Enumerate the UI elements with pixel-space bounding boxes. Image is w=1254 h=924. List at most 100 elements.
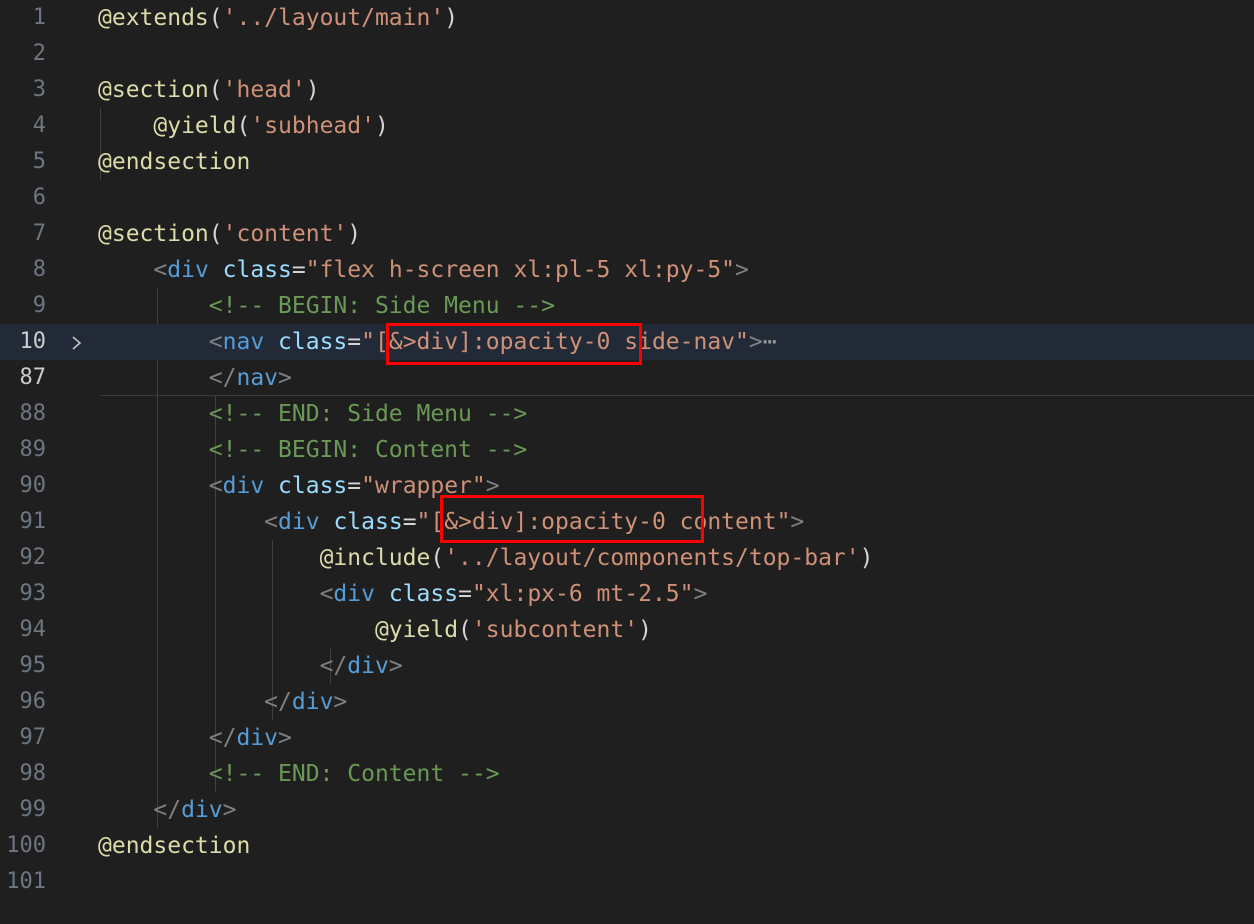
code-token-punc: > (748, 329, 763, 355)
line-number: 9 (32, 293, 46, 318)
code-token-plain: ( (236, 113, 251, 139)
code-token-plain: ( (208, 5, 223, 31)
line-number: 96 (19, 689, 47, 714)
code-token-punc: < (319, 581, 334, 607)
code-token-cmt: <!-- END: Side Menu --> (208, 401, 528, 427)
code-token-tag: div (181, 797, 223, 823)
code-token-dir: @section (98, 221, 209, 247)
line-number: 3 (32, 77, 46, 102)
code-token-plain: ) (444, 5, 459, 31)
code-token-dir: @endsection (98, 149, 251, 175)
code-line[interactable]: 93 <div class="xl:px-6 mt-2.5"> (0, 576, 1254, 612)
code-token-plain: ) (374, 113, 389, 139)
code-line[interactable]: 88 <!-- END: Side Menu --> (0, 396, 1254, 432)
code-text: @yield('subcontent') (98, 612, 652, 648)
line-number: 4 (32, 113, 46, 138)
code-line[interactable]: 5 @endsection (0, 144, 1254, 180)
code-token-tag: div (167, 257, 209, 283)
code-line[interactable]: 99 </div> (0, 792, 1254, 828)
code-token-attr: class (388, 581, 459, 607)
line-number: 10 (19, 329, 47, 354)
line-number: 7 (32, 221, 46, 246)
code-token-punc: < (208, 329, 223, 355)
code-token-plain: = (347, 473, 362, 499)
code-token-punc: </ (153, 797, 182, 823)
line-number: 6 (32, 185, 46, 210)
line-number: 98 (19, 761, 47, 786)
code-token-punc: > (278, 365, 292, 391)
code-token-dir: @section (98, 77, 209, 103)
code-text: @extends('../layout/main') (98, 0, 458, 36)
code-line[interactable]: 8 <div class="flex h-screen xl:pl-5 xl:p… (0, 252, 1254, 288)
code-token-punc: > (278, 725, 292, 751)
code-line[interactable]: 96 </div> (0, 684, 1254, 720)
code-token-str: 'content' (222, 221, 348, 247)
code-line[interactable]: 7 @section('content') (0, 216, 1254, 252)
highlight-box (440, 495, 704, 543)
code-token-attr: class (278, 473, 348, 499)
code-token-plain: ( (430, 545, 445, 571)
code-editor[interactable]: 1 @extends('../layout/main') 2 3 @section('h… (0, 0, 1254, 924)
code-token-str: "flex h-screen xl:pl-5 xl:py-5" (305, 257, 736, 283)
code-token-str: '../layout/main' (222, 5, 445, 31)
code-line[interactable]: 95 </div> (0, 648, 1254, 684)
code-token-punc: > (333, 689, 348, 715)
code-token-plain: ) (859, 545, 874, 571)
code-line[interactable]: 9 <!-- BEGIN: Side Menu --> (0, 288, 1254, 324)
line-number: 95 (19, 653, 47, 678)
code-token-punc: > (735, 257, 749, 283)
code-line[interactable]: 100 @endsection (0, 828, 1254, 864)
code-token-plain: = (402, 509, 417, 535)
code-token-plain: ) (638, 617, 652, 643)
code-text: </div> (98, 648, 403, 684)
code-line[interactable]: 6 (0, 180, 1254, 216)
code-line[interactable]: 1 @extends('../layout/main') (0, 0, 1254, 36)
code-token-tag: div (278, 509, 320, 535)
code-token-str: 'subcontent' (471, 617, 639, 643)
line-number: 92 (19, 545, 47, 570)
code-token-punc: </ (208, 365, 237, 391)
code-token-punc: > (388, 653, 403, 679)
code-line[interactable]: 98 <!-- END: Content --> (0, 756, 1254, 792)
code-token-tag: div (347, 653, 389, 679)
code-token-dir: @yield (153, 113, 237, 139)
line-number: 94 (19, 617, 47, 642)
code-token-str: 'head' (222, 77, 306, 103)
code-line[interactable]: 3 @section('head') (0, 72, 1254, 108)
code-token-dir: @endsection (98, 833, 251, 859)
code-line[interactable]: 2 (0, 36, 1254, 72)
code-token-punc: </ (264, 689, 292, 715)
code-line[interactable]: 101 (0, 864, 1254, 900)
code-text: <!-- END: Content --> (98, 756, 500, 792)
code-token-punc: </ (319, 653, 348, 679)
code-line[interactable]: 94 @yield('subcontent') (0, 612, 1254, 648)
code-text: </div> (98, 684, 347, 720)
code-text: @include('../layout/components/top-bar') (98, 540, 874, 576)
code-line[interactable]: 89 <!-- BEGIN: Content --> (0, 432, 1254, 468)
code-token-punc: > (222, 797, 237, 823)
code-token-plain: = (347, 329, 362, 355)
line-number: 99 (19, 797, 47, 822)
code-line[interactable]: 97 </div> (0, 720, 1254, 756)
code-line[interactable]: 92 @include('../layout/components/top-ba… (0, 540, 1254, 576)
code-line[interactable]: 87 </nav> (0, 360, 1254, 396)
code-token-ellipsis[interactable]: ⋯ (763, 329, 777, 355)
code-text: @section('head') (98, 72, 320, 108)
code-line[interactable]: 4 @yield('subhead') (0, 108, 1254, 144)
line-number: 90 (19, 473, 47, 498)
code-token-plain: ) (347, 221, 362, 247)
line-number: 89 (19, 437, 47, 462)
chevron-right-icon[interactable] (70, 324, 84, 360)
code-token-punc: < (264, 509, 279, 535)
line-number: 91 (19, 509, 47, 534)
line-number: 101 (6, 869, 46, 894)
